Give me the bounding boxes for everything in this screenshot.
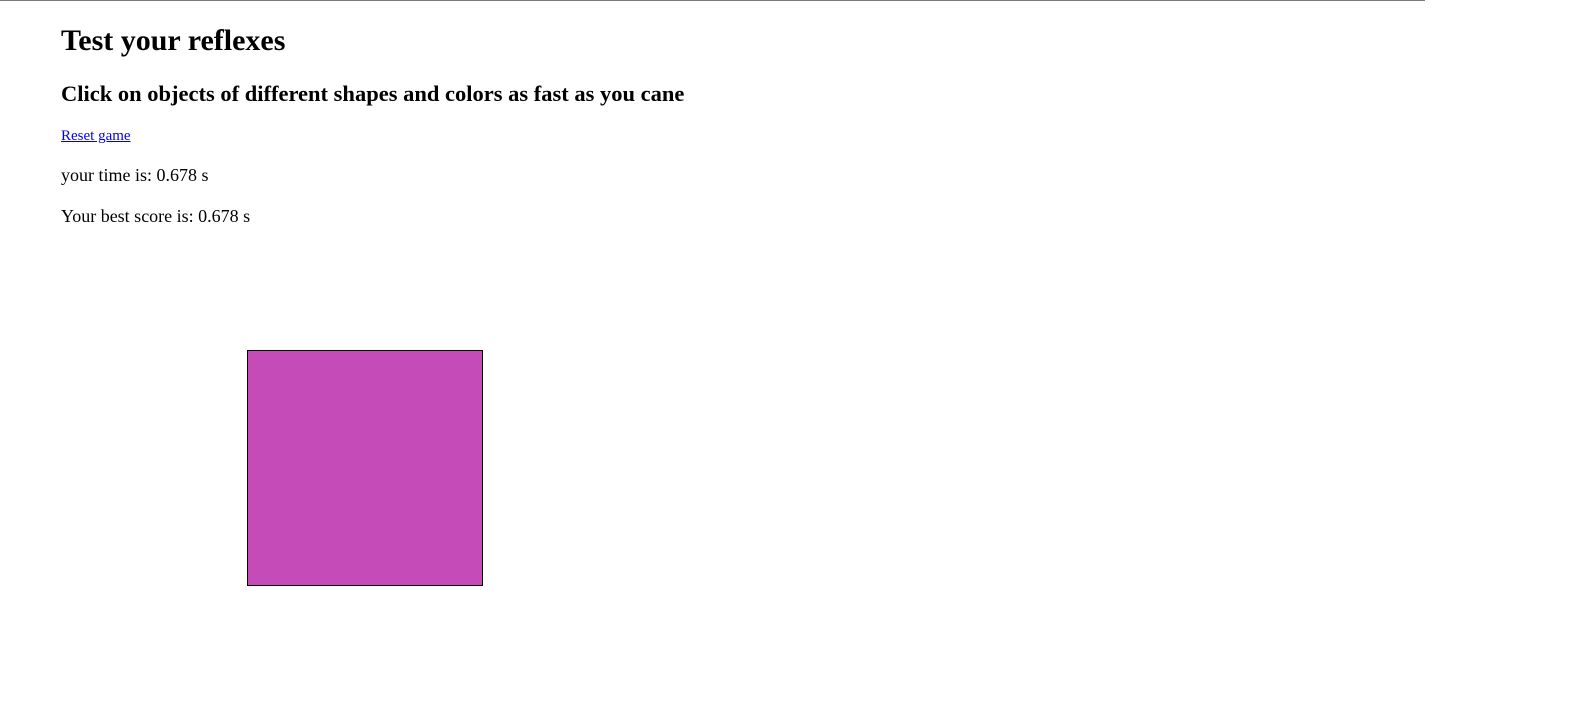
reset-game-link[interactable]: Reset game [61, 127, 131, 145]
page-title: Test your reflexes [61, 24, 286, 57]
current-time-text: your time is: 0.678 s [61, 165, 209, 185]
best-score-text: Your best score is: 0.678 s [61, 206, 251, 226]
page-subtitle: Click on objects of different shapes and… [61, 81, 685, 106]
top-divider [0, 0, 1425, 1]
target-square[interactable] [247, 350, 483, 586]
